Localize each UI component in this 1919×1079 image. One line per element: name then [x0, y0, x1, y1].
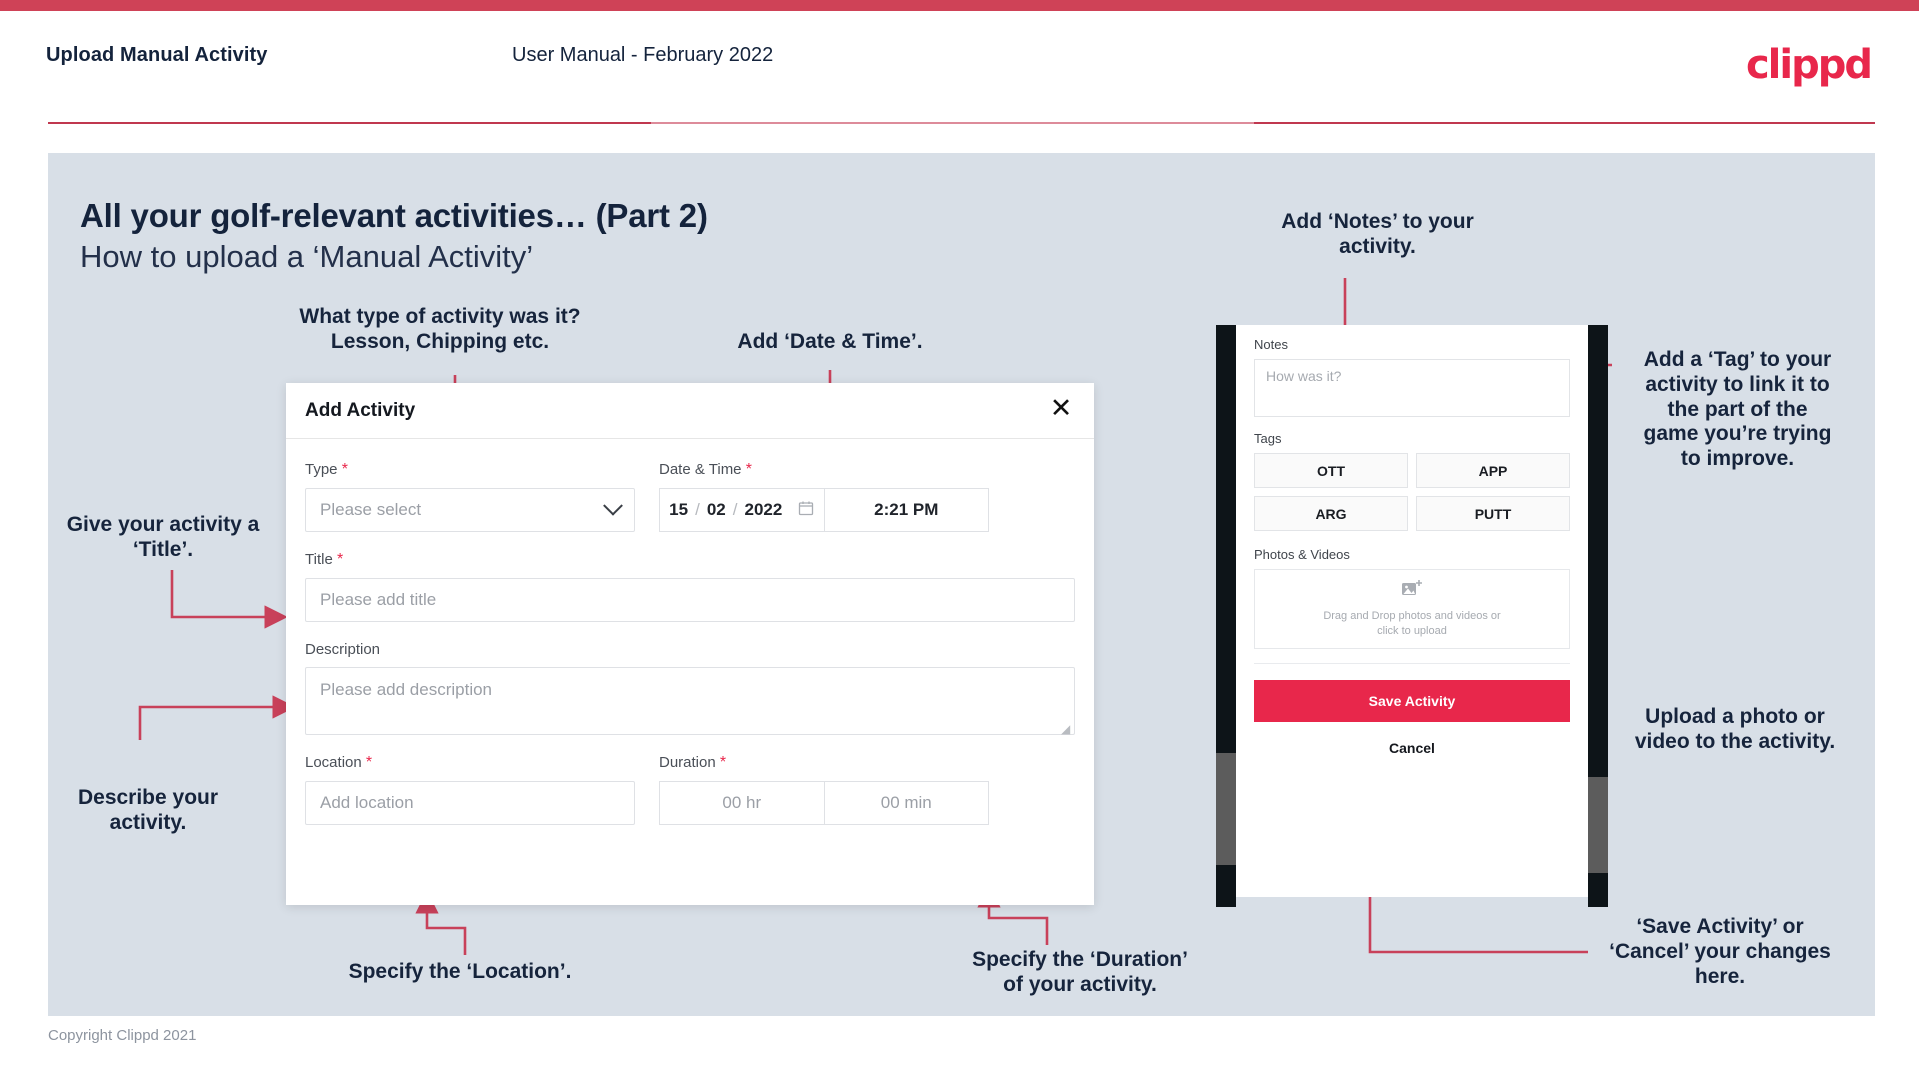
annotation-title: Give your activity a ‘Title’. [66, 513, 260, 561]
description-label: Description [305, 641, 381, 658]
field-location: Location * Add location [305, 754, 635, 825]
datetime-group: 15 / 02 / 2022 2:21 PM [659, 488, 989, 532]
description-textarea[interactable]: Please add description ◢ [305, 667, 1075, 736]
slide-heading: All your golf-relevant activities… (Part… [80, 197, 708, 234]
location-input[interactable]: Add location [305, 781, 635, 825]
duration-minutes-input[interactable]: 00 min [823, 781, 989, 825]
required-asterisk: * [341, 461, 348, 478]
phone-bezel-left [1216, 325, 1236, 907]
page-title: Upload Manual Activity [46, 44, 268, 66]
photo-dropzone[interactable]: Drag and Drop photos and videos or click… [1254, 569, 1570, 649]
title-label-text: Title [305, 551, 333, 568]
tags-label: Tags [1254, 431, 1282, 446]
time-input[interactable]: 2:21 PM [823, 488, 989, 532]
slide-subheading: How to upload a ‘Manual Activity’ [80, 239, 534, 274]
dropzone-line2: click to upload [1377, 625, 1447, 637]
type-select[interactable]: Please select [305, 488, 635, 532]
header-subtitle: User Manual - February 2022 [512, 44, 774, 66]
title-label: Title * [305, 551, 1075, 569]
annotation-tags: Add a ‘Tag’ to your activity to link it t… [1643, 348, 1832, 471]
description-placeholder: Please add description [320, 680, 493, 699]
field-datetime: Date & Time * 15 / 02 / 2022 2:21 PM [659, 461, 989, 532]
annotation-notes: Add ‘Notes’ to your activity. [1281, 210, 1474, 258]
field-title: Title * Please add title [305, 551, 1075, 622]
datetime-label: Date & Time * [659, 461, 989, 479]
photos-label: Photos & Videos [1254, 547, 1350, 562]
header-divider [48, 122, 1875, 124]
field-type: Type * Please select [305, 461, 635, 532]
annotation-duration: Specify the ‘Duration’ of your activity. [972, 948, 1188, 996]
date-year: 2022 [744, 500, 783, 519]
dialog-title: Add Activity [305, 400, 416, 421]
annotation-type: What type of activity was it? Lesson, Chi… [299, 305, 581, 353]
title-input[interactable]: Please add title [305, 578, 1075, 622]
phone-bezel-right [1588, 325, 1608, 907]
duration-label: Duration * [659, 754, 989, 772]
field-description: Description Please add description ◢ [305, 641, 1075, 736]
notes-input[interactable]: How was it? [1254, 359, 1570, 417]
date-month: 02 [706, 500, 726, 519]
tag-ott[interactable]: OTT [1254, 453, 1408, 488]
date-input[interactable]: 15 / 02 / 2022 [659, 488, 824, 532]
resize-grip-icon[interactable]: ◢ [1061, 722, 1071, 736]
tag-arg[interactable]: ARG [1254, 496, 1408, 531]
phone-divider [1254, 663, 1570, 664]
annotation-datetime: Add ‘Date & Time’. [737, 330, 923, 353]
type-label-text: Type [305, 461, 338, 478]
dialog-body: Type * Please select Date & Time * 15 / … [286, 439, 1094, 844]
add-image-icon [1401, 579, 1423, 603]
close-icon[interactable]: ✕ [1046, 393, 1076, 423]
dropzone-text: Drag and Drop photos and videos or click… [1323, 609, 1500, 639]
calendar-icon[interactable] [798, 500, 814, 521]
annotation-description: Describe your activity. [77, 786, 219, 834]
cancel-button[interactable]: Cancel [1254, 740, 1570, 756]
footer-copyright: Copyright Clippd 2021 [48, 1027, 197, 1044]
datetime-label-text: Date & Time [659, 461, 742, 478]
mobile-preview: Notes How was it? Tags OTT APP ARG PUTT … [1216, 325, 1608, 907]
row-type-datetime: Type * Please select Date & Time * 15 / … [305, 461, 1075, 551]
required-asterisk: * [719, 754, 727, 771]
date-sep: / [732, 500, 738, 519]
tags-grid: OTT APP ARG PUTT [1254, 453, 1570, 531]
required-asterisk: * [365, 754, 373, 771]
duration-label-text: Duration [659, 754, 716, 771]
location-label: Location * [305, 754, 635, 772]
required-asterisk: * [336, 551, 344, 568]
duration-group: 00 hr 00 min [659, 781, 989, 825]
slide-page: Upload Manual Activity User Manual - Feb… [0, 0, 1919, 1079]
date-sep: / [695, 500, 700, 519]
location-label-text: Location [305, 754, 362, 771]
row-location-duration: Location * Add location Duration * 00 hr… [305, 754, 1075, 844]
type-label: Type * [305, 461, 635, 479]
phone-bezel-accent [1588, 777, 1608, 873]
tag-putt[interactable]: PUTT [1416, 496, 1570, 531]
phone-bezel-accent [1216, 753, 1236, 865]
duration-hours-input[interactable]: 00 hr [659, 781, 824, 825]
save-activity-button[interactable]: Save Activity [1254, 680, 1570, 722]
field-duration: Duration * 00 hr 00 min [659, 754, 989, 825]
dropzone-line1: Drag and Drop photos and videos or [1323, 610, 1501, 623]
annotation-save-cancel: ‘Save Activity’ or ‘Cancel’ your changes h… [1609, 915, 1831, 988]
annotation-upload: Upload a photo or video to the activity. [1634, 705, 1836, 753]
tag-app[interactable]: APP [1416, 453, 1570, 488]
chevron-down-icon [603, 495, 623, 516]
phone-screen: Notes How was it? Tags OTT APP ARG PUTT … [1236, 325, 1588, 897]
required-asterisk: * [745, 461, 752, 478]
dialog-header: Add Activity ✕ [286, 383, 1094, 439]
notes-label: Notes [1254, 337, 1288, 352]
type-placeholder: Please select [320, 500, 422, 519]
date-day: 15 [669, 500, 689, 519]
annotation-location: Specify the ‘Location’. [348, 960, 572, 983]
clippd-logo: clippd [1745, 42, 1873, 88]
add-activity-dialog: Add Activity ✕ Type * Please select Date… [286, 383, 1094, 905]
top-accent-bar [0, 0, 1919, 11]
